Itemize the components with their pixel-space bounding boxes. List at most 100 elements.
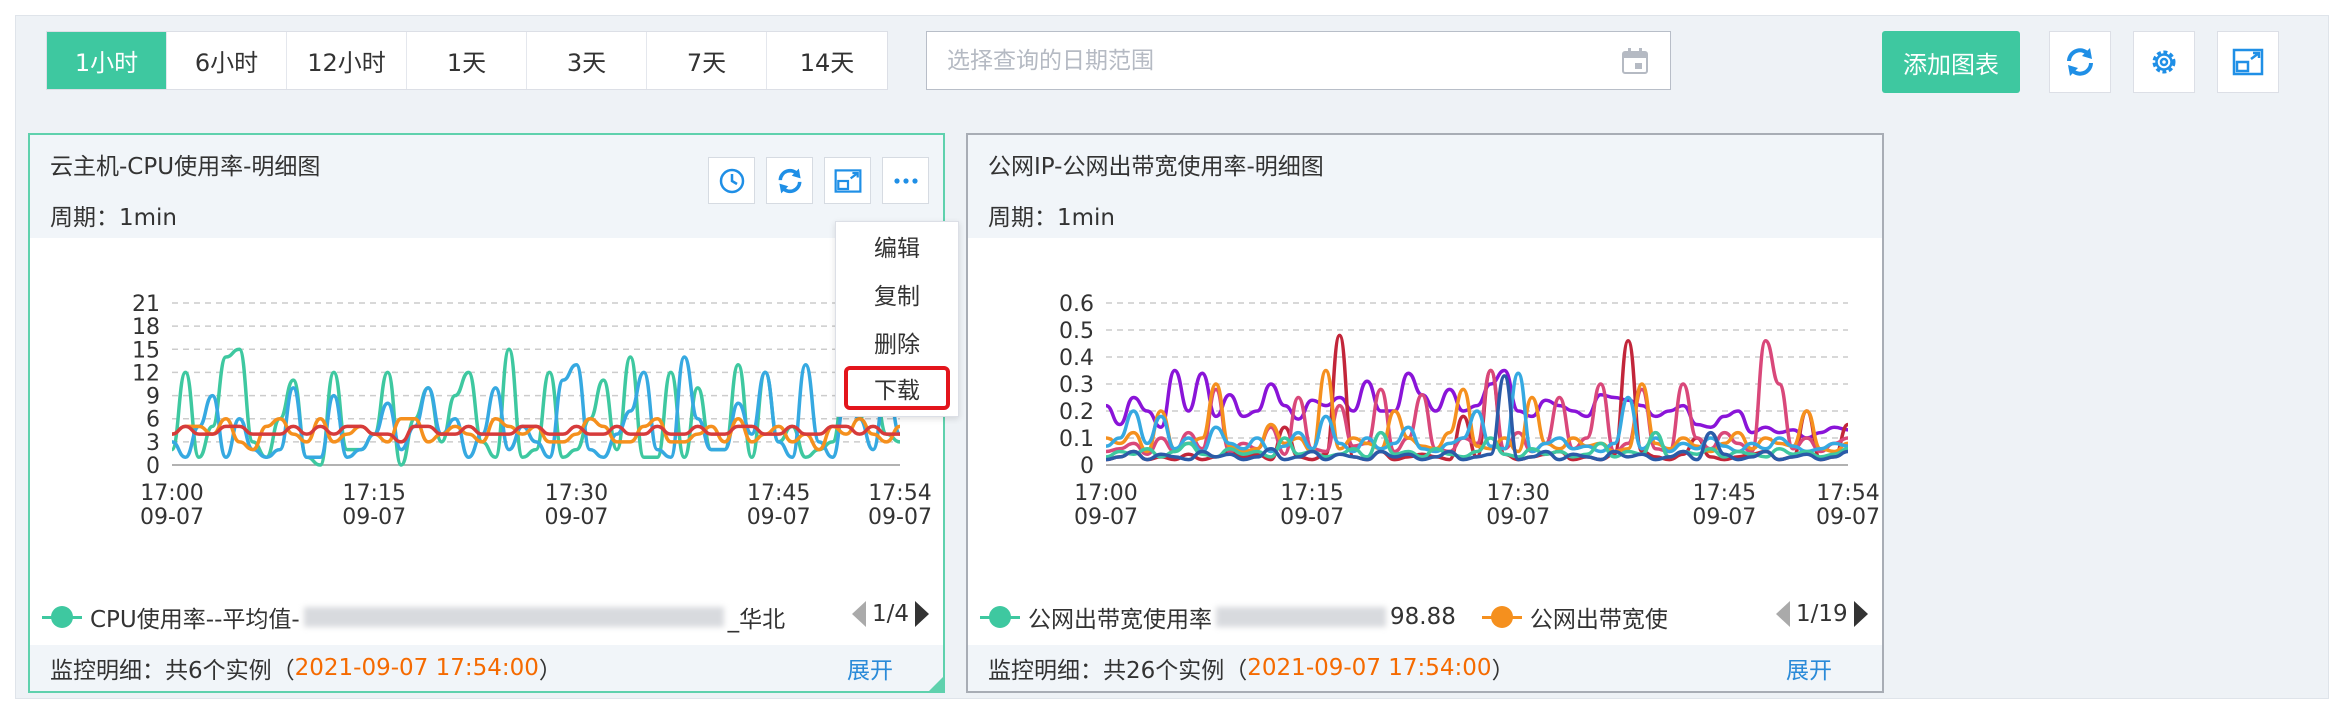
panel-actions [708, 157, 929, 204]
y-tick-label: 6 [146, 408, 160, 433]
expand-link[interactable]: 展开 [847, 651, 893, 685]
y-tick-label: 0.3 [1059, 373, 1094, 398]
y-tick-label: 21 [132, 292, 160, 317]
footer-summary: 监控明细：共6个实例（ [50, 658, 295, 684]
panel-refresh-button[interactable] [766, 157, 813, 204]
more-button[interactable] [882, 157, 929, 204]
x-tick-date: 09-07 [747, 505, 811, 530]
chart-panel-bandwidth: 公网IP-公网出带宽使用率-明细图 周期：1min 0 0.1 0.2 0.3 0.4 0… [966, 133, 1884, 693]
refresh-icon [2067, 48, 2093, 76]
time-tab[interactable]: 12小时 [287, 32, 407, 89]
legend-series-label[interactable]: 公网出带宽使 [1530, 600, 1668, 634]
time-tab[interactable]: 1小时 [47, 32, 167, 89]
series-line[interactable] [1105, 339, 1849, 456]
refresh-icon [778, 168, 801, 193]
legend-series-value: 98.88 [1390, 604, 1456, 630]
x-tick-date: 09-07 [1692, 505, 1756, 530]
y-tick-label: 0.1 [1059, 427, 1094, 452]
x-tick-date: 09-07 [140, 505, 204, 530]
toolbar: 1小时6小时12小时1天3天7天14天 添加图表 [16, 16, 2328, 118]
expand-icon [2232, 48, 2264, 76]
panel-period: 周期：1min [988, 205, 1116, 231]
x-tick-time: 17:30 [1487, 481, 1550, 506]
date-range-picker[interactable] [926, 31, 1671, 90]
y-tick-label: 18 [132, 315, 160, 340]
panel-header: 云主机-CPU使用率-明细图 周期：1min [30, 135, 943, 238]
settings-button[interactable] [2133, 31, 2195, 93]
footer-summary: 监控明细：共26个实例（ [988, 658, 1248, 684]
monitor-dashboard: 1小时6小时12小时1天3天7天14天 添加图表 [15, 15, 2329, 699]
footer-timestamp: 2021-09-07 17:54:00 [1247, 655, 1492, 681]
cpu-line-chart: 03691215182117:0009-0717:1509-0717:3009-… [132, 292, 932, 530]
calendar-icon [1622, 47, 1648, 74]
time-tab[interactable]: 6小时 [167, 32, 287, 89]
resize-handle[interactable] [927, 675, 945, 693]
fullscreen-button[interactable] [2217, 31, 2279, 93]
time-tab[interactable]: 1天 [407, 32, 527, 89]
time-range-tabs: 1小时 6小时 12小时 1天 3天 7天 14天 [46, 31, 888, 90]
chart-panel-cpu: 云主机-CPU使用率-明细图 周期：1min 0 3 6 9 12 15 18 … [28, 133, 945, 693]
x-tick-date: 09-07 [1486, 505, 1550, 530]
refresh-button[interactable] [2049, 31, 2111, 93]
x-tick-time: 17:45 [747, 481, 810, 506]
history-button[interactable] [708, 157, 755, 204]
expand-link[interactable]: 展开 [1786, 651, 1832, 685]
panel-title: 公网IP-公网出带宽使用率-明细图 [988, 154, 1324, 180]
legend-next-icon[interactable] [1853, 601, 1868, 627]
y-tick-label: 9 [146, 385, 160, 410]
legend-prev-icon[interactable] [852, 601, 866, 627]
panel-fullscreen-button[interactable] [824, 157, 871, 204]
panel-title: 云主机-CPU使用率-明细图 [50, 154, 321, 180]
y-tick-label: 12 [132, 361, 160, 386]
x-tick-date: 09-07 [544, 505, 608, 530]
y-tick-label: 15 [132, 338, 160, 363]
clock-icon [719, 168, 744, 193]
legend-series-label[interactable]: 公网出带宽使用率 [1028, 600, 1212, 634]
legend-prev-icon[interactable] [1776, 601, 1790, 627]
footer-suffix: ） [1491, 658, 1515, 684]
y-tick-label: 0.6 [1059, 292, 1094, 317]
more-menu: 编辑 复制 删除 下载 [835, 221, 959, 417]
y-tick-label: 3 [146, 431, 160, 456]
time-tab[interactable]: 3天 [527, 32, 647, 89]
legend-marker [1481, 605, 1522, 629]
x-tick-time: 17:00 [1074, 481, 1137, 506]
legend-page: 1/4 [872, 601, 910, 627]
panel-header: 公网IP-公网出带宽使用率-明细图 周期：1min [968, 135, 1882, 238]
expand-icon [834, 168, 861, 193]
chart-legend: CPU使用率--平均值- _华北 [42, 597, 862, 637]
legend-marker [980, 605, 1020, 629]
legend-series-label[interactable]: CPU使用率--平均值- [90, 600, 300, 634]
series-line[interactable] [171, 424, 901, 444]
x-tick-date: 09-07 [1280, 505, 1344, 530]
y-tick-label: 0.5 [1059, 319, 1094, 344]
series-line[interactable] [1105, 333, 1849, 462]
time-tab[interactable]: 14天 [767, 32, 887, 89]
redacted-text [1216, 607, 1386, 627]
menu-item[interactable]: 编辑 [836, 222, 958, 270]
x-tick-date: 09-07 [342, 505, 406, 530]
x-tick-time: 17:54 [1816, 481, 1879, 506]
menu-item[interactable]: 删除 [836, 318, 958, 366]
redacted-text [303, 607, 724, 627]
panel-footer: 监控明细：共26个实例（ 2021-09-07 17:54:00 ） 展开 [968, 645, 1882, 691]
x-tick-time: 17:30 [545, 481, 608, 506]
date-range-input[interactable] [947, 47, 1620, 74]
x-tick-date: 09-07 [868, 505, 932, 530]
x-tick-time: 17:00 [140, 481, 203, 506]
y-tick-label: 0 [146, 454, 160, 479]
x-tick-time: 17:45 [1693, 481, 1756, 506]
time-tab[interactable]: 7天 [647, 32, 767, 89]
add-chart-button[interactable]: 添加图表 [1882, 31, 2020, 93]
x-tick-time: 17:15 [343, 481, 406, 506]
menu-item[interactable]: 下载 [844, 366, 950, 410]
x-tick-time: 17:15 [1280, 481, 1343, 506]
legend-next-icon[interactable] [915, 601, 930, 627]
y-tick-label: 0 [1080, 454, 1094, 479]
legend-series-tail: _华北 [727, 607, 786, 633]
menu-item[interactable]: 复制 [836, 270, 958, 318]
gear-icon [2152, 50, 2176, 74]
chart-legend: 公网出带宽使用率 98.88 公网出带宽使 [980, 597, 1780, 637]
y-tick-label: 0.4 [1059, 346, 1094, 371]
x-tick-date: 09-07 [1074, 505, 1138, 530]
